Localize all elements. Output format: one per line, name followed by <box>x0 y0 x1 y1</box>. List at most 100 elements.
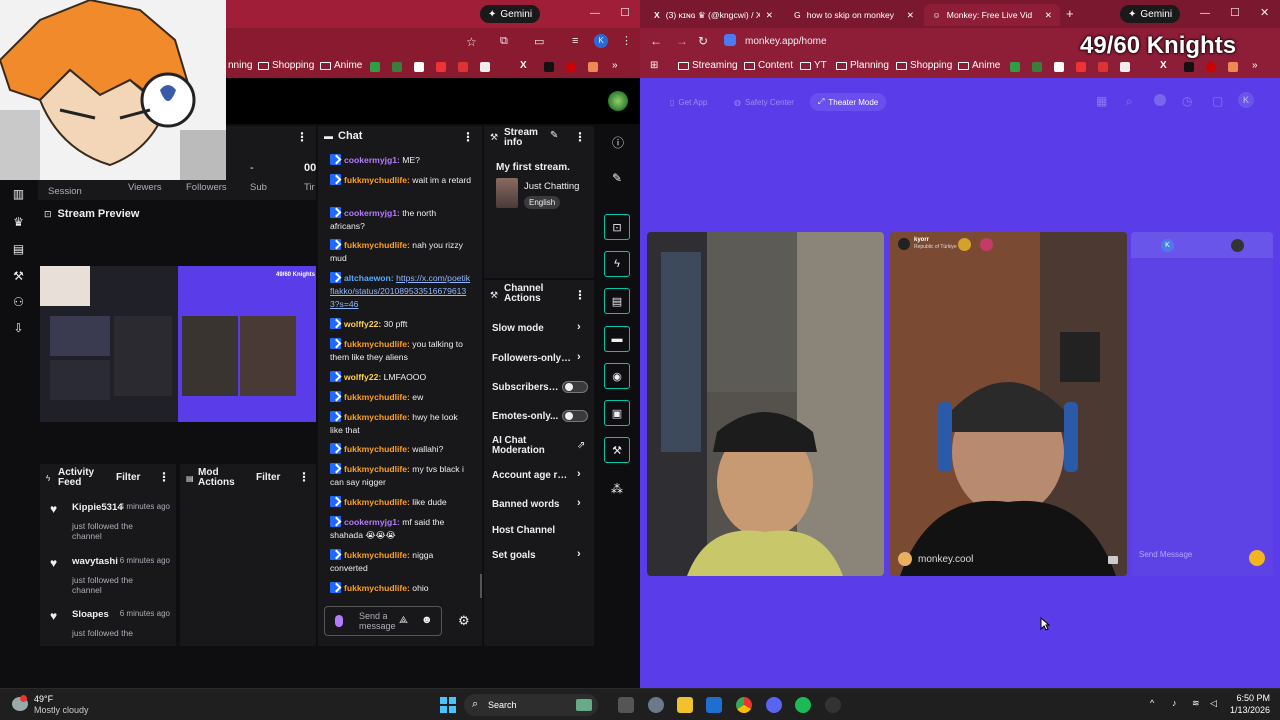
trophy-icon[interactable]: ♛ <box>12 216 25 229</box>
messages-icon[interactable]: ▢ <box>1212 94 1223 108</box>
bookmark-shopping[interactable]: Shopping <box>258 60 314 71</box>
microphone-icon[interactable] <box>335 615 343 627</box>
bookmark-shopping[interactable]: Shopping <box>896 60 952 71</box>
tools-button[interactable]: ⚒ <box>604 437 630 463</box>
action-subscribers-only[interactable]: Subscribers-... <box>492 382 560 393</box>
language-tag[interactable]: English <box>524 196 561 209</box>
get-app-button[interactable]: ▯ Get App <box>662 93 715 111</box>
history-icon[interactable]: ◷ <box>1182 94 1192 108</box>
site-info-icon[interactable] <box>724 34 736 46</box>
gemini-button[interactable]: ✦ Gemini <box>1120 5 1181 23</box>
bits-icon[interactable]: ⟁ <box>399 615 408 626</box>
file-explorer-icon[interactable] <box>677 697 693 713</box>
broadcast-button[interactable]: ◉ <box>604 363 630 389</box>
maximize-icon[interactable]: ☐ <box>620 6 630 19</box>
bookmark-streaming[interactable]: Streaming <box>678 60 738 71</box>
apps-grid-icon[interactable]: ⊞ <box>650 60 658 71</box>
bookmark-content[interactable]: Content <box>744 60 793 71</box>
send-message-input[interactable]: Send Message <box>1139 550 1192 559</box>
bookmark-anime[interactable]: Anime <box>320 60 362 71</box>
url-text[interactable]: monkey.app/home <box>745 36 827 47</box>
chevron-right-icon[interactable]: › <box>577 468 581 480</box>
bookmark-icon[interactable] <box>1098 62 1108 72</box>
activity-item[interactable]: ♥ Sloapes 6 minutes ago just followed th… <box>50 609 170 640</box>
task-view-icon[interactable] <box>618 697 634 713</box>
shop-icon[interactable]: ▦ <box>1096 94 1107 108</box>
tab-monkey[interactable]: ☺ Monkey: Free Live Vid ✕ <box>924 4 1060 26</box>
marker-button[interactable]: ▤ <box>604 288 630 314</box>
bookmark-icon[interactable] <box>1206 62 1216 72</box>
chat-kebab-icon[interactable]: ⋮ <box>462 130 474 144</box>
obs-icon[interactable] <box>825 697 841 713</box>
wrench-icon[interactable]: ⚒ <box>12 270 25 283</box>
settings-app-icon[interactable] <box>648 697 664 713</box>
microphone-tray-icon[interactable]: ♪ <box>1172 698 1177 708</box>
emotes-only-toggle[interactable] <box>562 410 588 422</box>
bookmark-anime[interactable]: Anime <box>958 60 1000 71</box>
bookmark-yt[interactable]: YT <box>800 60 827 71</box>
user-avatar[interactable] <box>608 91 628 111</box>
action-slow-mode[interactable]: Slow mode <box>492 323 588 334</box>
bookmark-icon[interactable] <box>1184 62 1194 72</box>
bookmark-icon[interactable] <box>370 62 380 72</box>
weather-temp[interactable]: 49°F <box>34 694 53 704</box>
bookmark-icon[interactable] <box>1120 62 1130 72</box>
analytics-icon[interactable]: ▥ <box>12 188 25 201</box>
bookmark-star-icon[interactable]: ☆ <box>466 35 477 49</box>
theater-mode-button[interactable]: ⤢ Theater Mode <box>810 93 887 111</box>
extensions-icon[interactable]: ⧉ <box>500 35 508 48</box>
community-icon[interactable]: ⚇ <box>12 296 25 309</box>
activity-item[interactable]: ♥ Kippie5314 4 minutes ago just followed… <box>50 502 170 541</box>
external-link-icon[interactable]: ⇗ <box>577 440 585 451</box>
profile-avatar[interactable]: K <box>594 34 608 48</box>
minimize-icon[interactable]: — <box>590 8 600 19</box>
report-icon[interactable] <box>1108 556 1118 564</box>
gemini-button[interactable]: ✦ Gemini <box>480 5 541 23</box>
chevron-right-icon[interactable]: › <box>577 351 581 363</box>
tray-chevron-icon[interactable]: ^ <box>1150 698 1154 708</box>
coins-icon[interactable] <box>1154 94 1166 106</box>
back-icon[interactable]: ← <box>650 34 662 48</box>
activity-kebab-icon[interactable]: ⋮ <box>158 470 170 484</box>
chevron-right-icon[interactable]: › <box>577 497 581 509</box>
store-icon[interactable] <box>706 697 722 713</box>
bookmark-icon[interactable] <box>1032 62 1042 72</box>
close-window-icon[interactable]: ✕ <box>1260 6 1269 19</box>
category-name[interactable]: Just Chatting <box>524 181 579 192</box>
bookmark-icon[interactable] <box>480 62 490 72</box>
activity-item[interactable]: ♥ wavytashi 6 minutes ago just followed … <box>50 556 170 595</box>
spotify-icon[interactable] <box>795 697 811 713</box>
taskbar-search[interactable]: ⌕ Search <box>464 694 598 716</box>
chevron-right-icon[interactable]: › <box>577 548 581 560</box>
video-icon[interactable]: ▤ <box>12 243 25 256</box>
volume-icon[interactable]: ◁ <box>1210 698 1217 709</box>
chrome-icon[interactable] <box>736 697 752 713</box>
more-bookmarks-icon[interactable]: » <box>1252 60 1258 71</box>
edit-pencil-icon[interactable]: ✎ <box>550 130 558 141</box>
mod-filter-button[interactable]: Filter <box>256 472 280 483</box>
safety-center-button[interactable]: ◍ Safety Center <box>726 93 802 111</box>
stream-info-kebab-icon[interactable]: ⋮ <box>574 130 586 144</box>
category-box-art[interactable] <box>496 178 518 208</box>
bookmark-icon[interactable] <box>1054 62 1064 72</box>
windows-start-icon[interactable] <box>440 697 456 713</box>
chat-input[interactable]: Send a message ⟁ ☻ <box>324 606 442 636</box>
bookmark-planning[interactable]: nning <box>228 60 252 71</box>
mod-kebab-icon[interactable]: ⋮ <box>298 470 310 484</box>
tab-x[interactable]: X (3) ᴋɪɴɢ ♛ (@kngcwi) / X ✕ <box>646 4 786 26</box>
bookmark-icon[interactable] <box>544 62 554 72</box>
action-account-age[interactable]: Account age restr <box>492 470 572 481</box>
action-emotes-only[interactable]: Emotes-only... <box>492 411 560 422</box>
chat-settings-gear-icon[interactable]: ⚙ <box>458 613 470 629</box>
menu-kebab-icon[interactable]: ⋮ <box>621 34 632 47</box>
discord-icon[interactable] <box>766 697 782 713</box>
action-ai-chat-moderation[interactable]: AI Chat Moderation <box>492 436 562 456</box>
bookmark-icon[interactable] <box>588 62 598 72</box>
bookmark-icon[interactable] <box>392 62 402 72</box>
chat-announce-button[interactable]: ▬ <box>604 326 630 352</box>
bookmark-icon[interactable] <box>436 62 446 72</box>
action-set-goals[interactable]: Set goals <box>492 550 588 561</box>
clock-date[interactable]: 1/13/2026 <box>1224 705 1270 715</box>
chat-scrollbar[interactable] <box>480 574 482 598</box>
x-bookmark-icon[interactable]: X <box>1160 60 1167 71</box>
